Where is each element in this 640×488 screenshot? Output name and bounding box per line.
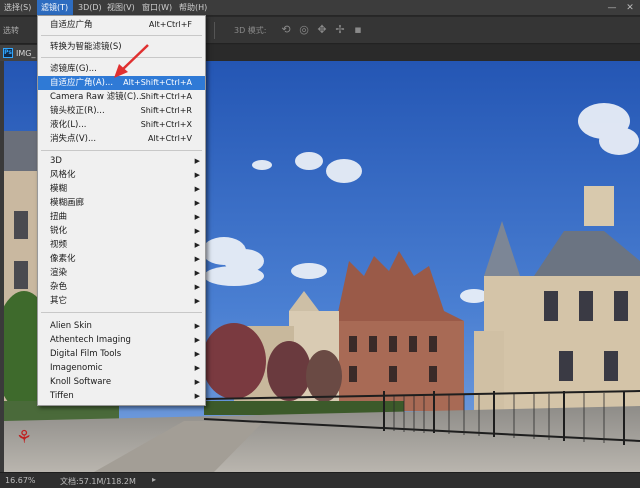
submenu-arrow-icon: ▶ xyxy=(194,378,200,386)
submenu-arrow-icon: ▶ xyxy=(194,157,200,165)
submenu-arrow-icon: ▶ xyxy=(194,255,200,263)
minimize-icon[interactable]: — xyxy=(604,0,620,16)
3d-pan-icon[interactable]: ✥ xyxy=(316,24,328,36)
submenu-arrow-icon: ▶ xyxy=(194,364,200,372)
close-icon[interactable]: ✕ xyxy=(622,0,638,16)
submenu-arrow-icon: ▶ xyxy=(194,185,200,193)
menu-window[interactable]: 窗口(W) xyxy=(138,0,176,16)
menu-item-convert-smart-filter[interactable]: 转换为智能滤镜(S) xyxy=(38,40,205,54)
menu-item-alien-skin[interactable]: Alien Skin ▶ xyxy=(38,319,205,333)
document-size: 文档:57.1M/118.2M xyxy=(60,477,136,486)
submenu-arrow-icon: ▶ xyxy=(194,241,200,249)
menu-item-vanishing-point[interactable]: 消失点(V)... Alt+Ctrl+V xyxy=(38,132,205,146)
menu-item-adaptive-wide-angle[interactable]: 自适应广角(A)... Alt+Shift+Ctrl+A xyxy=(38,76,205,90)
zoom-level[interactable]: 16.67% xyxy=(5,476,36,485)
submenu-arrow-icon: ▶ xyxy=(194,350,200,358)
menu-item-blur-gallery[interactable]: 模糊画廊 ▶ xyxy=(38,196,205,210)
menu-item-pixelate[interactable]: 像素化 ▶ xyxy=(38,252,205,266)
3d-rotate-icon[interactable]: ⟲ xyxy=(280,24,292,36)
status-bar: 16.67% 文档:57.1M/118.2M ▸ xyxy=(0,472,640,488)
submenu-arrow-icon: ▶ xyxy=(194,283,200,291)
photoshop-file-icon: Ps xyxy=(3,48,13,58)
menu-item-liquify[interactable]: 液化(L)... Shift+Ctrl+X xyxy=(38,118,205,132)
menu-item-video[interactable]: 视频 ▶ xyxy=(38,238,205,252)
menu-3d[interactable]: 3D(D) xyxy=(74,0,106,16)
submenu-arrow-icon: ▶ xyxy=(194,336,200,344)
menu-select[interactable]: 选择(S) xyxy=(0,0,35,16)
menu-item-imagenomic[interactable]: Imagenomic ▶ xyxy=(38,361,205,375)
menu-item-blur[interactable]: 模糊 ▶ xyxy=(38,182,205,196)
submenu-arrow-icon: ▶ xyxy=(194,269,200,277)
menu-separator xyxy=(41,150,202,151)
submenu-arrow-icon: ▶ xyxy=(194,297,200,305)
menubar: 选择(S) 滤镜(T) 3D(D) 视图(V) 窗口(W) 帮助(H) — ✕ xyxy=(0,0,640,16)
menu-item-digital-film-tools[interactable]: Digital Film Tools ▶ xyxy=(38,347,205,361)
menu-filter[interactable]: 滤镜(T) xyxy=(37,0,73,16)
menu-item-stylize[interactable]: 风格化 ▶ xyxy=(38,168,205,182)
menu-item-camera-raw[interactable]: Camera Raw 滤镜(C)... Shift+Ctrl+A xyxy=(38,90,205,104)
menu-help[interactable]: 帮助(H) xyxy=(175,0,211,16)
menu-item-noise[interactable]: 杂色 ▶ xyxy=(38,280,205,294)
menu-item-distort[interactable]: 扭曲 ▶ xyxy=(38,210,205,224)
menu-separator xyxy=(41,57,202,58)
submenu-arrow-icon: ▶ xyxy=(194,227,200,235)
red-stamp-icon: ⚘ xyxy=(16,427,32,448)
3d-roll-icon[interactable]: ◎ xyxy=(298,24,310,36)
menu-item-knoll-software[interactable]: Knoll Software ▶ xyxy=(38,375,205,389)
submenu-arrow-icon: ▶ xyxy=(194,199,200,207)
submenu-arrow-icon: ▶ xyxy=(194,213,200,221)
menu-item-athentech-imaging[interactable]: Athentech Imaging ▶ xyxy=(38,333,205,347)
document-tab-label: IMG_ xyxy=(16,48,36,58)
status-menu-arrow-icon[interactable]: ▸ xyxy=(152,475,156,484)
menu-separator xyxy=(41,35,202,36)
submenu-arrow-icon: ▶ xyxy=(194,171,200,179)
menu-item-last-filter[interactable]: 自适应广角 Alt+Ctrl+F xyxy=(38,18,205,32)
menu-item-tiffen[interactable]: Tiffen ▶ xyxy=(38,389,205,403)
filter-menu-dropdown: 自适应广角 Alt+Ctrl+F 转换为智能滤镜(S) 滤镜库(G)... 自适应… xyxy=(37,15,206,406)
menu-item-filter-gallery[interactable]: 滤镜库(G)... xyxy=(38,62,205,76)
3d-scale-icon[interactable]: ▪ xyxy=(352,24,364,36)
options-left-label: 选转 xyxy=(3,26,19,35)
menu-separator xyxy=(41,312,202,313)
submenu-arrow-icon: ▶ xyxy=(194,392,200,400)
submenu-arrow-icon: ▶ xyxy=(194,322,200,330)
menu-view[interactable]: 视图(V) xyxy=(103,0,139,16)
menu-item-other[interactable]: 其它 ▶ xyxy=(38,294,205,308)
menu-item-lens-correction[interactable]: 镜头校正(R)... Shift+Ctrl+R xyxy=(38,104,205,118)
menu-item-render[interactable]: 渲染 ▶ xyxy=(38,266,205,280)
3d-slide-icon[interactable]: ✢ xyxy=(334,24,346,36)
menu-item-3d[interactable]: 3D ▶ xyxy=(38,154,205,168)
options-separator xyxy=(214,22,215,39)
menu-item-sharpen[interactable]: 锐化 ▶ xyxy=(38,224,205,238)
3d-mode-label: 3D 模式: xyxy=(234,26,267,35)
